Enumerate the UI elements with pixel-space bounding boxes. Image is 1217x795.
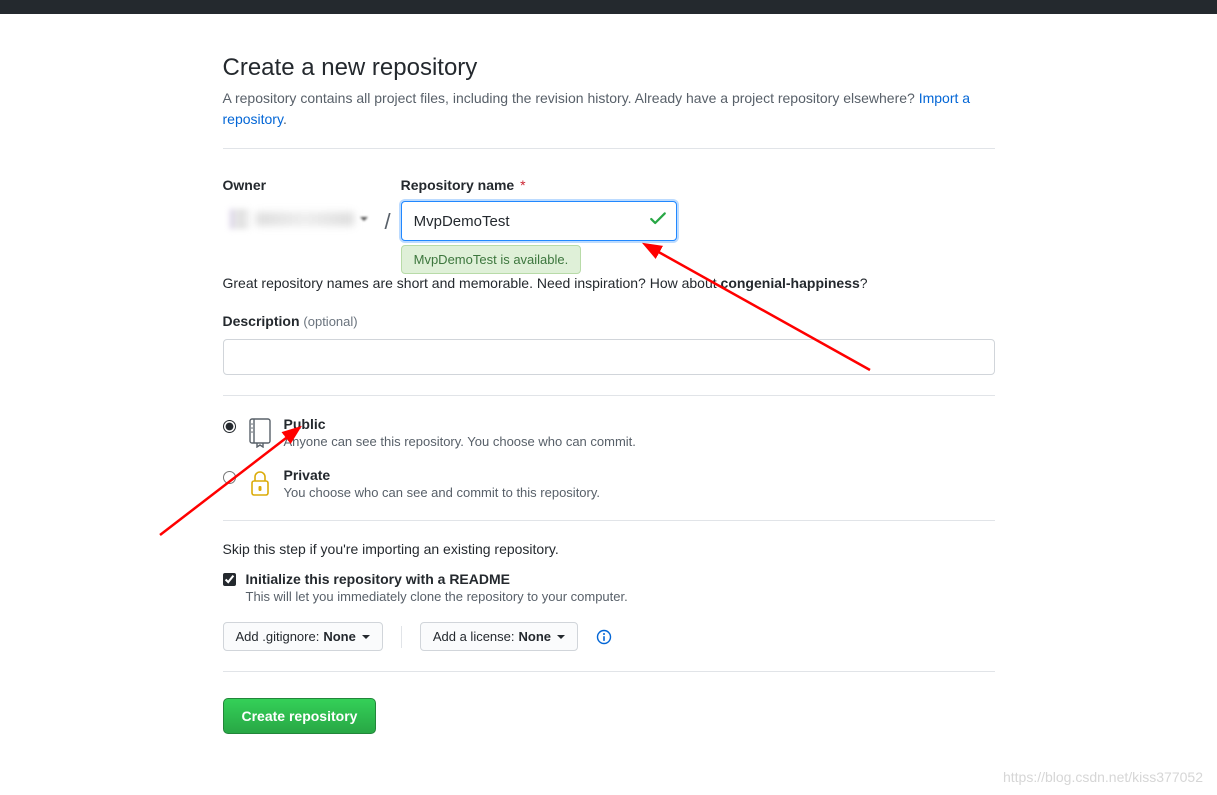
name-hint: Great repository names are short and mem…: [223, 275, 995, 291]
watermark: https://blog.csdn.net/kiss377052: [1003, 769, 1203, 785]
chevron-down-icon: [557, 635, 565, 639]
avatar: [230, 209, 250, 229]
private-sub: You choose who can see and commit to thi…: [284, 485, 601, 500]
chevron-down-icon: [360, 217, 368, 221]
form-container: Create a new repository A repository con…: [223, 14, 995, 734]
readme-title: Initialize this repository with a README: [246, 571, 628, 587]
lead-suffix: .: [283, 111, 287, 127]
page-lead: A repository contains all project files,…: [223, 88, 995, 130]
top-nav-bar: [0, 0, 1217, 14]
license-select[interactable]: Add a license: None: [420, 622, 578, 651]
create-repository-button[interactable]: Create repository: [223, 698, 377, 734]
public-sub: Anyone can see this repository. You choo…: [284, 434, 636, 449]
availability-tooltip: MvpDemoTest is available.: [401, 245, 582, 274]
repo-icon: [244, 416, 276, 448]
gitignore-select[interactable]: Add .gitignore: None: [223, 622, 383, 651]
owner-name-redacted: [256, 212, 354, 226]
description-input[interactable]: [223, 339, 995, 375]
description-label: Description (optional): [223, 313, 358, 329]
repository-name-input[interactable]: [401, 201, 677, 241]
public-radio[interactable]: [223, 420, 236, 433]
divider: [223, 520, 995, 521]
chevron-down-icon: [362, 635, 370, 639]
divider: [223, 395, 995, 396]
private-title: Private: [284, 467, 601, 483]
required-star: *: [520, 177, 525, 193]
repo-name-label: Repository name *: [401, 177, 677, 193]
owner-label: Owner: [223, 177, 375, 193]
readme-checkbox[interactable]: [223, 573, 236, 586]
check-icon: [649, 210, 667, 233]
vertical-divider: [401, 626, 402, 648]
page-title: Create a new repository: [223, 54, 995, 82]
suggestion-link[interactable]: congenial-happiness: [721, 275, 860, 291]
readme-sub: This will let you immediately clone the …: [246, 589, 628, 604]
skip-import-note: Skip this step if you're importing an ex…: [223, 541, 995, 557]
visibility-private-row: Private You choose who can see and commi…: [223, 467, 995, 500]
visibility-public-row: Public Anyone can see this repository. Y…: [223, 416, 995, 449]
lock-icon: [244, 467, 276, 499]
info-icon[interactable]: [596, 629, 612, 645]
divider: [223, 671, 995, 672]
slash-separator: /: [385, 209, 391, 235]
lead-text: A repository contains all project files,…: [223, 90, 919, 106]
public-title: Public: [284, 416, 636, 432]
private-radio[interactable]: [223, 471, 236, 484]
owner-select[interactable]: [223, 201, 375, 237]
divider: [223, 148, 995, 149]
